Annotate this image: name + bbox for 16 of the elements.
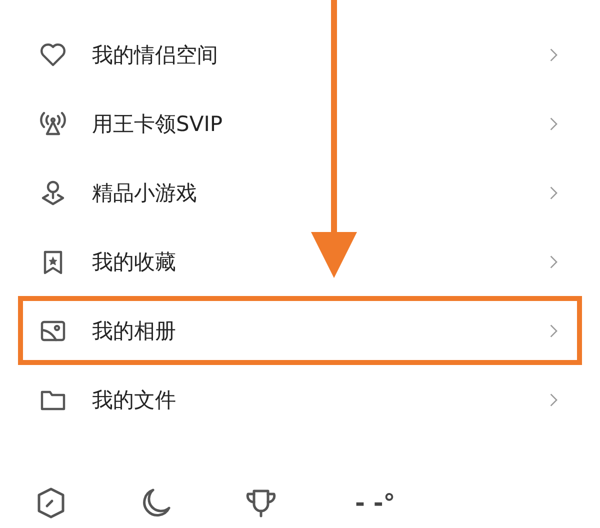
heart-icon xyxy=(39,40,67,68)
weather-reading[interactable]: - -° xyxy=(355,489,396,517)
menu-item-label: 精品小游戏 xyxy=(92,180,198,206)
menu-item[interactable]: 精品小游戏 xyxy=(18,158,582,227)
menu-item[interactable]: 用王卡领SVIP xyxy=(18,89,582,158)
menu-item-label: 用王卡领SVIP xyxy=(92,110,224,138)
antenna-icon xyxy=(39,110,67,138)
highlight-frame[interactable]: 我的相册 xyxy=(18,296,582,365)
menu-item[interactable]: 我的文件 xyxy=(18,365,582,434)
menu-item-label: 我的文件 xyxy=(92,386,177,414)
menu-item[interactable]: 我的情侣空间 xyxy=(18,20,582,89)
menu-item[interactable]: 我的收藏 xyxy=(18,227,582,296)
map-pin-icon xyxy=(39,178,67,206)
menu-item-label: 我的情侣空间 xyxy=(92,42,219,68)
menu-item-label: 我的相册 xyxy=(92,318,177,344)
menu-item-label: 我的收藏 xyxy=(92,248,177,276)
